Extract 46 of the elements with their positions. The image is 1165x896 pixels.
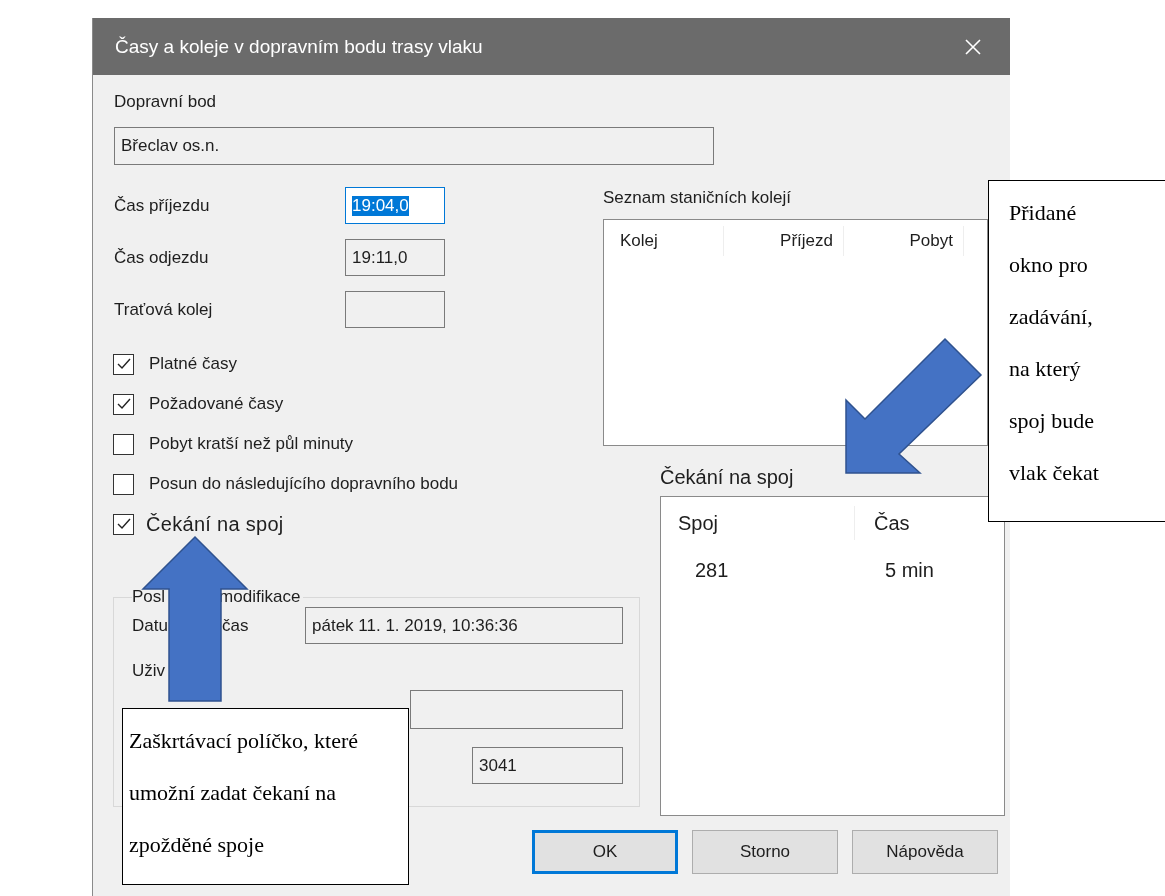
column-header[interactable]: Spoj (661, 506, 855, 540)
checkbox-label: Požadované časy (149, 394, 284, 414)
list-title: Seznam staničních kolejí (603, 187, 793, 209)
checkbox[interactable] (113, 473, 134, 495)
checkbox-label: Pobyt kratší než půl minuty (149, 434, 354, 454)
checkbox-label: Čekání na spoj (146, 512, 284, 536)
user-field[interactable] (410, 690, 623, 729)
table-cell-text: 5 min (884, 558, 934, 582)
dialog-button[interactable]: Nápověda (852, 830, 998, 874)
close-icon (964, 37, 982, 56)
field-label: Čas odjezdu (114, 246, 210, 269)
field-label: Čas příjezdu (114, 194, 211, 217)
field-label: Dopravní bod (114, 91, 218, 113)
column-header[interactable]: Příjezd (724, 226, 844, 256)
check-icon (115, 356, 132, 372)
field-label: Traťová kolej (114, 298, 214, 321)
dialog-button[interactable]: Storno (692, 830, 838, 874)
column-header[interactable]: Pobyt (844, 226, 964, 256)
checkbox[interactable] (113, 393, 134, 415)
track-list[interactable]: Kolej Příjezd Pobyt (603, 219, 988, 446)
stop-point-field[interactable]: Břeclav os.n. (114, 127, 714, 165)
check-icon (115, 396, 132, 412)
callout-text: Zaškrtávací políčko, které umožní zadat čekaní na zpožděné spoje (129, 727, 360, 859)
group-title: Posl (132, 587, 166, 607)
callout-text: Přidané okno pro zadávání, na který spoj bude vlak čekat (1009, 199, 1100, 487)
field-label: čas (221, 615, 249, 636)
checkbox[interactable] (113, 513, 134, 535)
dialog-button[interactable]: OK (532, 830, 678, 874)
check-icon (115, 516, 132, 532)
checkbox[interactable] (113, 353, 134, 375)
input-field[interactable]: 19:04,0 (345, 187, 445, 224)
column-header[interactable]: Čas (855, 506, 910, 540)
checkbox-label: Platné časy (149, 354, 237, 374)
input-field[interactable] (345, 291, 445, 328)
list-title: Čekání na spoj (660, 466, 795, 488)
field-label: Datu (132, 615, 168, 636)
input-field[interactable]: 19:11,0 (345, 239, 445, 276)
checkbox-label: Posun do následujícího dopravního bodu (149, 474, 459, 494)
field-label: Uživ (132, 660, 167, 682)
date-field[interactable]: pátek 11. 1. 2019, 10:36:36 (305, 607, 623, 644)
number-field[interactable]: 3041 (472, 747, 623, 784)
checkbox[interactable] (113, 433, 134, 455)
window-title: Časy a koleje v dopravním bodu trasy vlaku (115, 35, 483, 58)
column-header[interactable]: Kolej (604, 226, 724, 256)
connection-list[interactable]: Spoj Čas 281 5 min (660, 496, 1005, 816)
table-cell-text: 281 (694, 558, 730, 582)
